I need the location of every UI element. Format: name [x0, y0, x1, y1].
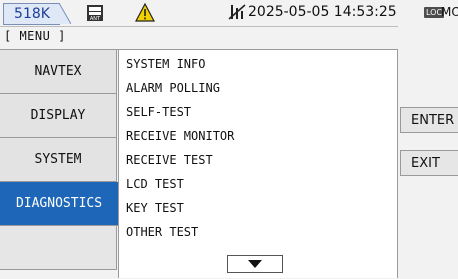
menu-title: [ MENU ] [4, 29, 66, 43]
ant-icon: ANT [87, 5, 103, 22]
enter-label: ENTER [411, 112, 455, 128]
softkey-panel: ENTER EXIT [398, 26, 458, 278]
svg-text:ANT: ANT [90, 16, 101, 22]
exit-label: EXIT [411, 155, 440, 171]
tab-empty [0, 226, 117, 270]
navtex-screen: 518K ANT 2025-05-05 14:53:25 LOC MON [ M… [0, 0, 458, 278]
frequency-tab-edge [59, 3, 71, 24]
list-item-receive-monitor[interactable]: RECEIVE MONITOR [126, 129, 234, 143]
enter-button[interactable]: ENTER [400, 107, 458, 133]
diagnostics-list: SYSTEM INFO ALARM POLLING SELF-TEST RECE… [118, 49, 398, 278]
list-item-receive-test[interactable]: RECEIVE TEST [126, 153, 213, 167]
arrow-down-icon [248, 260, 262, 268]
exit-button[interactable]: EXIT [400, 150, 458, 176]
warning-icon [135, 3, 155, 22]
mode-indicator: MON [441, 5, 458, 19]
frequency-tab[interactable]: 518K [3, 3, 60, 25]
list-item-alarm-polling[interactable]: ALARM POLLING [126, 81, 220, 95]
datetime-display: 2025-05-05 14:53:25 [248, 4, 397, 20]
list-item-lcd-test[interactable]: LCD TEST [126, 177, 184, 191]
tab-label: SYSTEM [34, 152, 82, 167]
tab-label: NAVTEX [34, 64, 82, 79]
list-item-other-test[interactable]: OTHER TEST [126, 225, 198, 239]
status-bar: 518K ANT 2025-05-05 14:53:25 LOC MON [0, 0, 458, 27]
menu-tabs: NAVTEX DISPLAY SYSTEM DIAGNOSTICS [0, 49, 118, 279]
scroll-down-button[interactable] [227, 255, 283, 273]
list-item-key-test[interactable]: KEY TEST [126, 201, 184, 215]
tab-label: DISPLAY [30, 108, 86, 123]
tab-label: DIAGNOSTICS [15, 196, 103, 211]
tab-system[interactable]: SYSTEM [0, 138, 117, 182]
list-item-system-info[interactable]: SYSTEM INFO [126, 57, 205, 71]
no-signal-icon [228, 4, 246, 20]
tab-diagnostics[interactable]: DIAGNOSTICS [0, 182, 118, 226]
tab-display[interactable]: DISPLAY [0, 94, 117, 138]
list-item-self-test[interactable]: SELF-TEST [126, 105, 191, 119]
tab-navtex[interactable]: NAVTEX [0, 50, 117, 94]
